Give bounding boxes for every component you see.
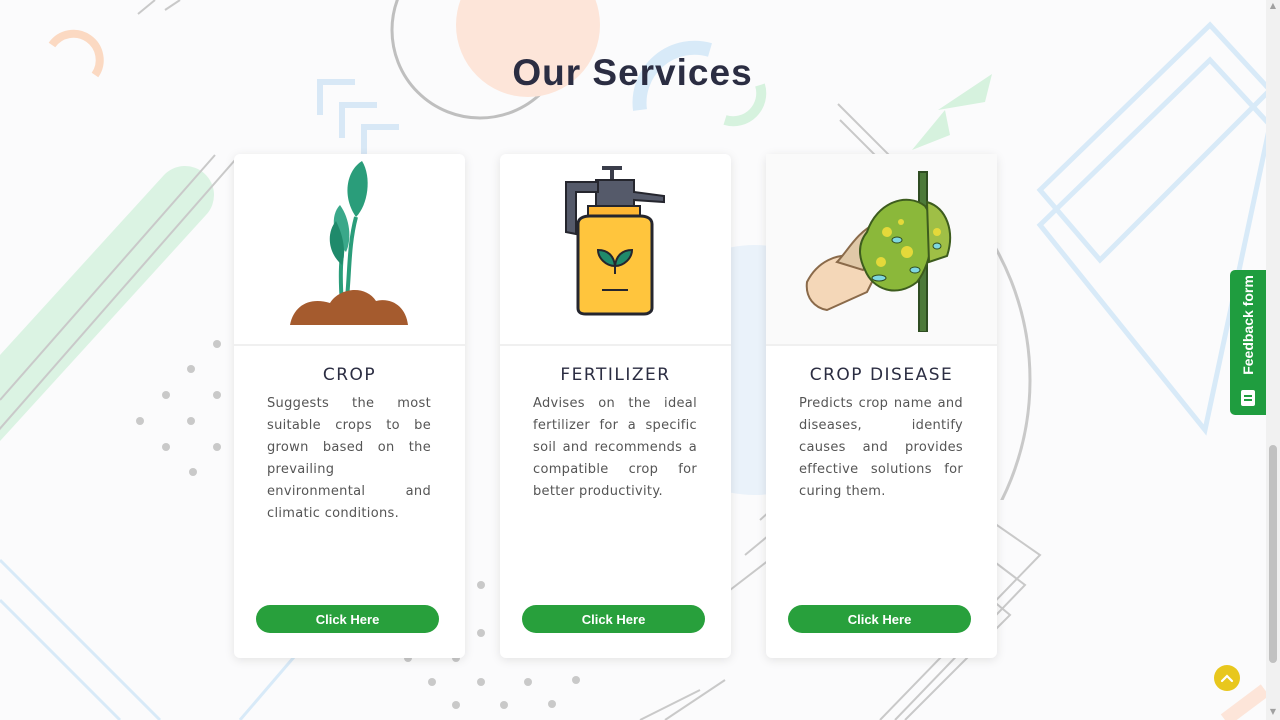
back-to-top-button[interactable]	[1214, 665, 1240, 691]
scroll-down-arrow-icon[interactable]: ▼	[1269, 708, 1277, 716]
card-title: CROP DISEASE	[809, 365, 954, 385]
scroll-up-arrow-icon[interactable]: ▲	[1269, 2, 1277, 10]
card-image	[500, 154, 731, 346]
section-title: Our Services	[512, 52, 753, 93]
card-title: CROP	[322, 365, 377, 385]
card-description: Advises on the ideal fertilizer for a sp…	[533, 396, 697, 499]
service-card-crop-disease: CROP DISEASE Predicts crop name and dise…	[766, 154, 997, 658]
plant-sprout-icon	[280, 157, 420, 341]
crop-click-here-button[interactable]: Click Here	[256, 605, 439, 633]
service-card-crop: CROP Suggests the most suitable crops to…	[234, 154, 465, 658]
scrollbar-thumb[interactable]	[1269, 445, 1277, 663]
service-card-fertilizer: FERTILIZER Advises on the ideal fertiliz…	[500, 154, 731, 658]
card-image	[766, 154, 997, 346]
card-description: Predicts crop name and diseases, identif…	[799, 396, 963, 499]
crop-disease-click-here-button[interactable]: Click Here	[788, 605, 971, 633]
card-image	[234, 154, 465, 346]
diseased-leaf-icon	[797, 162, 967, 336]
feedback-form-label: Feedback form	[1240, 275, 1256, 375]
page-scrollbar[interactable]: ▲ ▼	[1266, 0, 1280, 720]
feedback-form-tab[interactable]: Feedback form	[1230, 270, 1266, 415]
fertilizer-spray-bottle-icon	[546, 162, 686, 336]
card-title: FERTILIZER	[560, 365, 671, 385]
form-icon	[1241, 390, 1255, 406]
card-description: Suggests the most suitable crops to be g…	[267, 396, 431, 521]
chevron-up-icon	[1220, 674, 1234, 683]
fertilizer-click-here-button[interactable]: Click Here	[522, 605, 705, 633]
